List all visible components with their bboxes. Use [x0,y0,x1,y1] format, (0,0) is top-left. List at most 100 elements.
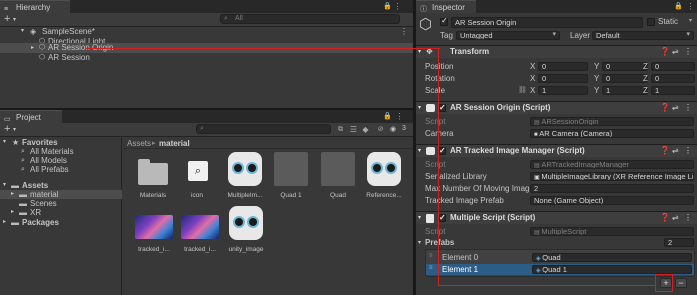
position-y-field[interactable]: 0 [602,62,648,71]
preset-icon[interactable]: ⇌ [672,212,679,224]
expand-arrow-icon[interactable]: ▾ [418,239,421,246]
tab-inspector[interactable]: ⓘ Inspector [416,0,476,13]
favorite-item[interactable]: ⌕ All Models [0,156,122,165]
breadcrumb-material[interactable]: material [159,138,190,149]
preset-icon[interactable]: ⇌ [672,46,679,58]
drag-handle-icon[interactable]: ≡ [429,253,433,259]
component-more-icon[interactable]: ⋮ [684,102,692,114]
serialized-library-field[interactable]: ▣ MultipleImageLibrary (XR Reference Ima… [530,172,694,181]
component-more-icon[interactable]: ⋮ [684,46,692,58]
asset-tile[interactable]: Quad [319,152,357,206]
eye-icon[interactable]: ◉ [390,125,396,133]
tracked-image-prefab-field[interactable]: None (Game Object) [530,196,694,205]
scene-row[interactable]: ▾ ◈ SampleScene* ⋮ [0,27,413,36]
drag-handle-icon[interactable]: ≡ [429,265,433,271]
scale-y-field[interactable]: 1 [602,86,648,95]
tab-hierarchy[interactable]: ≡ Hierarchy [0,0,70,13]
chevron-down-icon[interactable]: ▾ [13,126,16,133]
list-item[interactable]: ≡ Element 0 ◈ Quad [426,252,694,263]
scene-more-icon[interactable]: ⋮ [400,27,408,36]
scale-z-field[interactable]: 1 [651,86,695,95]
element-field[interactable]: ◈ Quad 1 [532,265,692,274]
asset-folder-scenes[interactable]: ▬ Scenes [0,199,122,208]
scale-x-field[interactable]: 1 [538,86,588,95]
component-more-icon[interactable]: ⋮ [684,212,692,224]
asset-tile[interactable]: MultipleIm... [226,152,264,206]
add-icon[interactable]: + [4,13,10,26]
rotation-z-field[interactable]: 0 [651,74,695,83]
asset-tile[interactable]: Materials [134,156,172,206]
expand-arrow-icon[interactable]: ▾ [3,181,6,190]
chevron-down-icon[interactable]: ▾ [13,16,16,23]
chevron-down-icon[interactable]: ▾ [686,17,695,26]
asset-tile[interactable]: ⌕ icon [178,156,216,206]
static-checkbox[interactable] [647,18,655,26]
rotation-x-field[interactable]: 0 [538,74,588,83]
list-item[interactable]: ≡ Element 1 ◈ Quad 1 [426,264,694,275]
asset-tile[interactable]: tracked_i... [134,210,174,260]
asset-tile[interactable]: Quad 1 [272,152,310,206]
help-icon[interactable]: ❓ [660,145,670,157]
label-icon[interactable]: ◆ [361,125,370,134]
help-icon[interactable]: ❓ [660,102,670,114]
packages-header[interactable]: ▸ ▬ Packages [0,218,122,227]
hierarchy-item-ar-session[interactable]: ⬡ AR Session [0,53,413,62]
ar-tracked-image-manager-header[interactable]: ▾ AR Tracked Image Manager (Script) ❓ ⇌ … [416,144,697,157]
more-icon[interactable]: ⋮ [686,2,695,11]
lock-icon[interactable]: 🔒 [383,112,392,121]
layer-dropdown[interactable]: Default [592,31,694,40]
prefabs-size-field[interactable]: 2 [664,238,694,247]
assets-header[interactable]: ▾ ▬ Assets [0,181,122,190]
tag-dropdown[interactable]: Untagged [456,31,560,40]
filter-icon[interactable]: ☰ [349,125,358,134]
expand-arrow-icon[interactable]: ▸ [31,43,34,53]
expand-arrow-icon[interactable]: ▾ [418,102,421,114]
component-enabled-checkbox[interactable] [438,102,446,114]
search-by-type-icon[interactable]: ⧉ [336,125,345,134]
asset-tile[interactable]: Reference... [365,152,403,206]
component-enabled-checkbox[interactable] [438,145,446,157]
help-icon[interactable]: ❓ [660,212,670,224]
active-checkbox[interactable] [440,16,448,26]
tab-project[interactable]: ▭ Project [0,110,62,123]
hierarchy-search-input[interactable]: ⌕ All [220,14,400,24]
position-x-field[interactable]: 0 [538,62,588,71]
position-z-field[interactable]: 0 [651,62,695,71]
preset-icon[interactable]: ⇌ [672,102,679,114]
element-field[interactable]: ◈ Quad [532,253,692,262]
expand-arrow-icon[interactable]: ▸ [11,208,14,217]
preset-icon[interactable]: ⇌ [672,145,679,157]
lock-icon[interactable]: 🔒 [674,2,683,11]
link-scale-icon[interactable]: ⛓ [518,86,527,95]
camera-field[interactable]: ■ AR Camera (Camera) [530,129,694,138]
expand-arrow-icon[interactable]: ▸ [3,218,6,227]
hidden-packages-icon[interactable]: ⊘ [376,125,385,134]
favorites-header[interactable]: ▾ ★ Favorites [0,138,122,147]
asset-folder-material[interactable]: ▸ ▬ material [0,190,122,199]
rotation-y-field[interactable]: 0 [602,74,648,83]
project-search-input[interactable]: ⌕ [196,124,331,134]
lock-icon[interactable]: 🔒 [383,2,392,11]
breadcrumb-assets[interactable]: Assets [127,138,151,149]
help-icon[interactable]: ❓ [660,46,670,58]
multiple-script-header[interactable]: ▾ Multiple Script (Script) ❓ ⇌ ⋮ [416,211,697,224]
ar-session-origin-header[interactable]: ▾ AR Session Origin (Script) ❓ ⇌ ⋮ [416,101,697,114]
asset-tile[interactable]: unity_image [226,206,266,260]
expand-arrow-icon[interactable]: ▾ [3,138,6,147]
expand-arrow-icon[interactable]: ▾ [418,145,421,157]
expand-arrow-icon[interactable]: ▸ [11,190,14,199]
component-enabled-checkbox[interactable] [438,212,446,224]
transform-header[interactable]: ▾ ✥ Transform ❓ ⇌ ⋮ [416,45,697,58]
expand-arrow-icon[interactable]: ▾ [418,212,421,224]
expand-arrow-icon[interactable]: ▾ [21,27,24,36]
add-icon[interactable]: + [4,123,10,136]
favorite-item[interactable]: ⌕ All Materials [0,147,122,156]
more-icon[interactable]: ⋮ [395,112,404,121]
asset-folder-xr[interactable]: ▸ ▬ XR [0,208,122,217]
max-moving-images-field[interactable]: 2 [530,184,694,193]
remove-element-button[interactable]: − [675,278,687,288]
component-more-icon[interactable]: ⋮ [684,145,692,157]
asset-tile[interactable]: tracked_i... [180,210,220,260]
more-icon[interactable]: ⋮ [393,2,402,11]
object-name-field[interactable]: AR Session Origin [451,17,643,28]
